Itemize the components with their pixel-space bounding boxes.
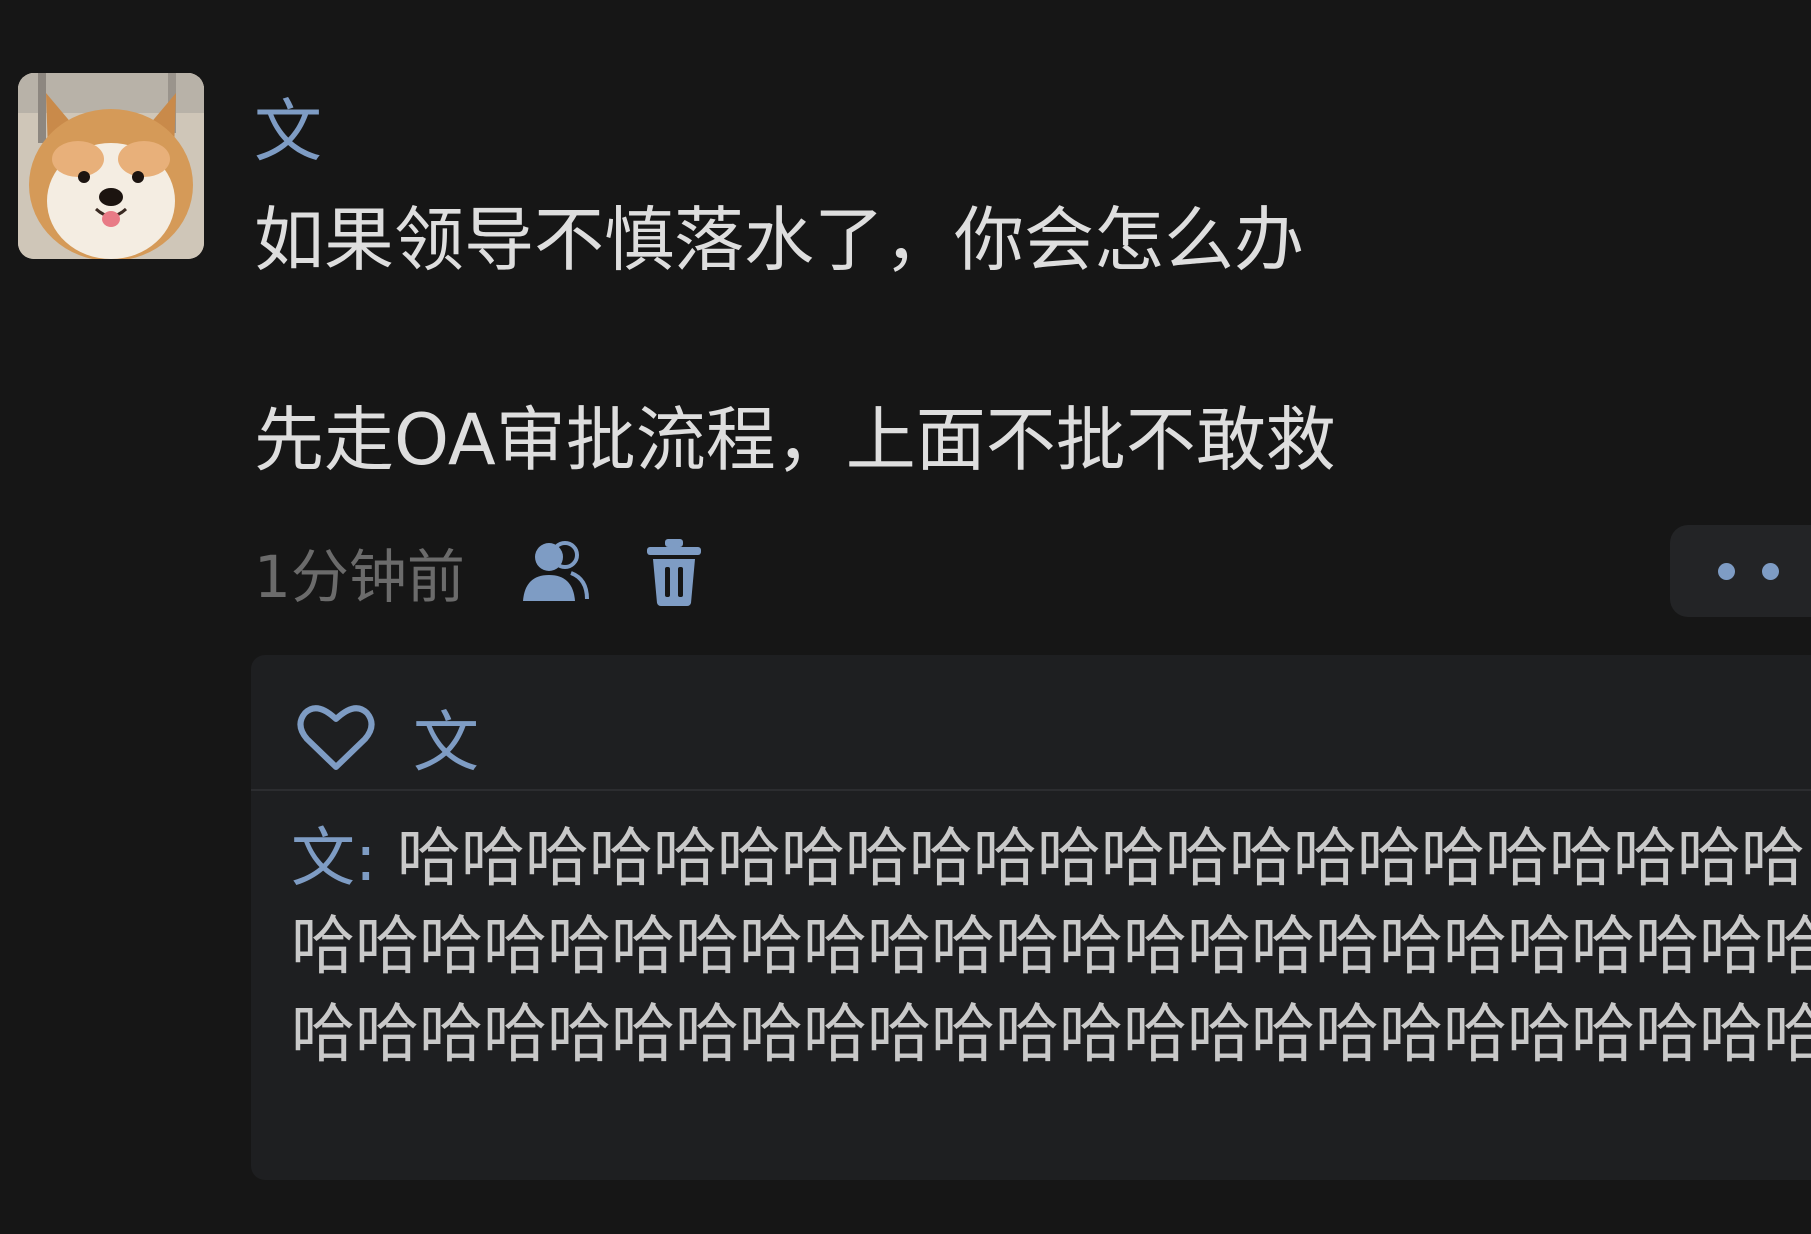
trash-icon[interactable] (645, 537, 703, 607)
post-meta-row: 1分钟前 (254, 532, 703, 612)
avatar[interactable] (18, 73, 204, 259)
divider (251, 789, 1811, 791)
post-text-line: 如果领导不慎落水了，你会怎么办 (254, 199, 1304, 281)
comment-text: 哈哈哈哈哈哈哈哈哈哈哈哈哈哈哈哈哈哈哈哈哈哈哈哈哈哈哈哈哈哈哈哈哈哈哈哈哈哈哈哈… (291, 822, 1811, 1072)
more-dots-icon (1762, 563, 1779, 580)
moment-post: 文 如果领导不慎落水了，你会怎么办 先走OA审批流程，上面不批不敢救 1分钟前 (0, 0, 1811, 1234)
comment-item[interactable]: 文: 哈哈哈哈哈哈哈哈哈哈哈哈哈哈哈哈哈哈哈哈哈哈哈哈哈哈哈哈哈哈哈哈哈哈哈哈哈… (291, 815, 1811, 1079)
more-actions-button[interactable] (1670, 525, 1811, 617)
heart-icon (297, 705, 375, 770)
liker-name[interactable]: 文 (413, 689, 479, 785)
users-icon[interactable] (519, 539, 591, 605)
post-author-name[interactable]: 文 (254, 92, 322, 174)
dog-avatar-image (18, 73, 204, 259)
likes-row: 文 (297, 687, 479, 787)
post-timestamp: 1分钟前 (254, 543, 465, 611)
post-text-line: 先走OA审批流程，上面不批不敢救 (254, 399, 1336, 481)
reactions-panel: 文 文: 哈哈哈哈哈哈哈哈哈哈哈哈哈哈哈哈哈哈哈哈哈哈哈哈哈哈哈哈哈哈哈哈哈哈哈… (251, 655, 1811, 1180)
post-content: 如果领导不慎落水了，你会怎么办 先走OA审批流程，上面不批不敢救 (254, 190, 1754, 490)
more-dots-icon (1718, 563, 1735, 580)
comment-author-name[interactable]: 文 (291, 822, 355, 896)
comment-separator: : (355, 822, 397, 896)
